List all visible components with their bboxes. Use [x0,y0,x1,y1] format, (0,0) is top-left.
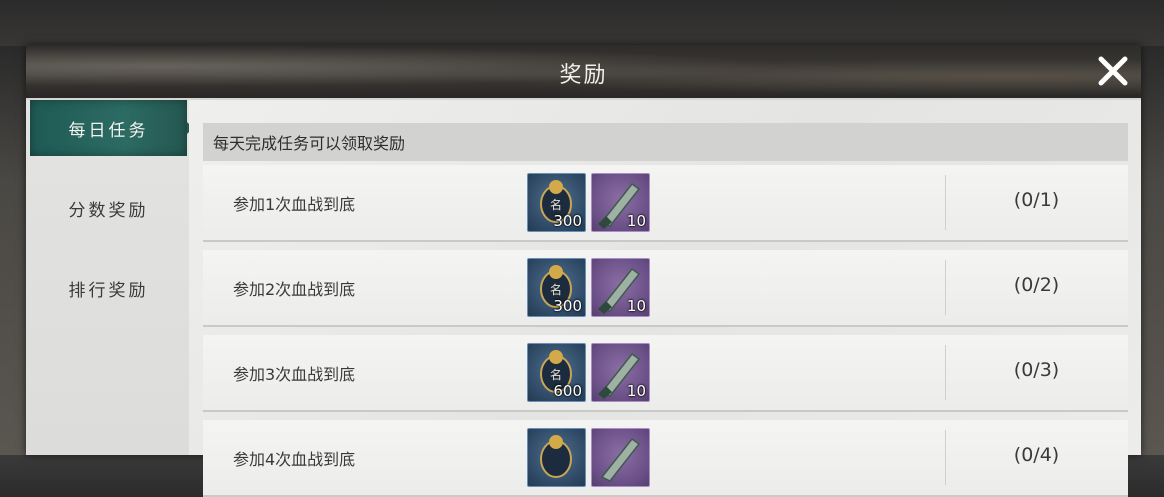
fame-badge-icon [540,435,572,478]
reward-slot-fame[interactable] [527,428,586,487]
reward-quantity: 300 [553,212,582,230]
panel-title: 奖励 [559,63,608,88]
task-label: 参加4次血战到底 [233,450,356,469]
task-row: 参加2次血战到底 名 300 10 (0/2) [203,250,1128,327]
reward-slot-blade[interactable]: 10 [591,258,650,317]
reward-quantity: 300 [553,297,582,315]
tab-daily-tasks[interactable]: 每日任务 [30,100,193,156]
tab-score-rewards[interactable]: 分数奖励 [30,180,187,236]
reward-slot-fame[interactable]: 名 300 [527,173,586,232]
task-label: 参加2次血战到底 [233,280,356,299]
task-progress: (0/4) [1013,444,1060,466]
task-progress: (0/2) [1013,274,1060,296]
task-label: 参加1次血战到底 [233,195,356,214]
reward-quantity: 600 [553,382,582,400]
reward-quantity: 10 [626,297,646,315]
task-row: 参加3次血战到底 名 600 10 (0/3) [203,335,1128,412]
sidebar: 每日任务 分数奖励 排行奖励 [26,100,193,455]
svg-text:名: 名 [550,367,562,382]
task-label: 参加3次血战到底 [233,365,356,384]
reward-slot-blade[interactable] [591,428,650,487]
tab-label: 排行奖励 [68,280,149,301]
reward-slot-blade[interactable]: 10 [591,173,650,232]
header-text: 每天完成任务可以领取奖励 [213,134,406,153]
title-bar: 奖励 [26,45,1141,100]
svg-text:名: 名 [550,197,562,212]
svg-text:名: 名 [550,282,562,297]
task-row: 参加4次血战到底 (0/4) [203,420,1128,497]
rewards-panel: 奖励 每日任务 分数奖励 排行奖励 每天完成任务可以领取奖励 参加1次血战到底 [26,45,1141,497]
reward-slot-fame[interactable]: 名 300 [527,258,586,317]
close-icon [1098,56,1128,86]
section-header: 每天完成任务可以领取奖励 [203,123,1128,161]
tab-label: 每日任务 [68,120,149,141]
tab-ranking-rewards[interactable]: 排行奖励 [30,260,187,316]
background-scene [0,0,1164,46]
jade-blade-icon [600,437,641,482]
reward-quantity: 10 [626,382,646,400]
tab-label: 分数奖励 [68,200,149,221]
task-progress: (0/3) [1013,359,1060,381]
reward-slot-fame[interactable]: 名 600 [527,343,586,402]
task-progress: (0/1) [1013,189,1060,211]
reward-quantity: 10 [626,212,646,230]
task-row: 参加1次血战到底 名 300 10 (0/1) [203,165,1128,242]
reward-slot-blade[interactable]: 10 [591,343,650,402]
close-button[interactable] [1093,51,1133,91]
task-list-area: 每天完成任务可以领取奖励 参加1次血战到底 名 300 10 (0/1) 参加2… [189,100,1141,497]
